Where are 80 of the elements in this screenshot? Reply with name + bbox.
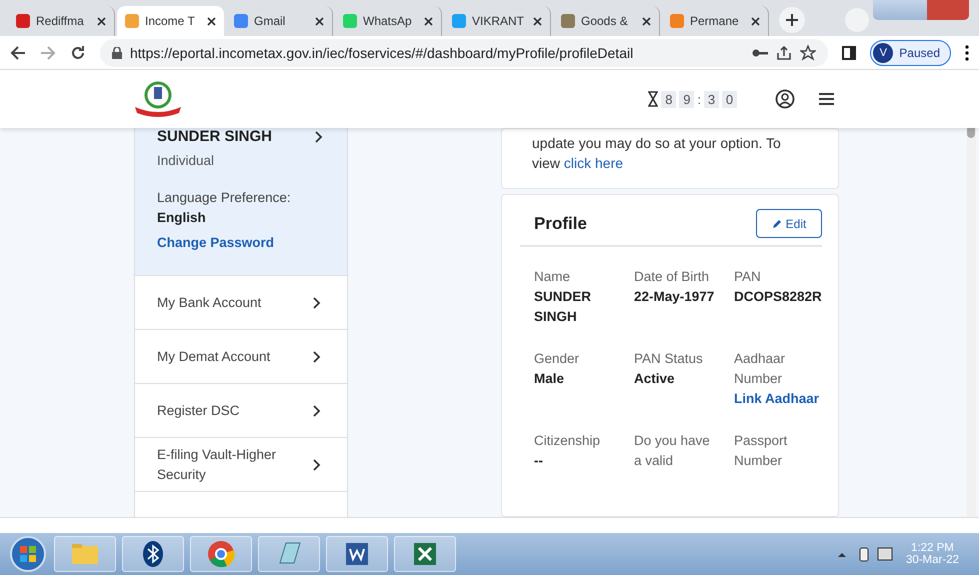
field-label: Passport Number [734, 432, 788, 470]
share-icon[interactable] [776, 44, 792, 60]
user-name: SUNDER SINGH [157, 128, 272, 145]
close-icon[interactable] [207, 16, 216, 26]
timer-digit: 9 [679, 90, 694, 108]
user-icon[interactable] [775, 89, 795, 109]
user-type: Individual [157, 153, 216, 168]
favicon-icon [125, 14, 139, 28]
reload-icon[interactable] [70, 44, 86, 60]
sidebar-item[interactable]: My Bank Account [135, 276, 347, 330]
field-label: Do you have a valid [634, 432, 711, 470]
field-value: Male [534, 370, 566, 388]
favicon-icon [234, 14, 248, 28]
timer-separator: : [697, 92, 701, 106]
profile-title: Profile [534, 214, 587, 234]
side-panel-icon[interactable] [842, 46, 856, 60]
bluetooth-icon[interactable] [122, 536, 184, 572]
field-label: PAN Status [634, 350, 704, 368]
menu-icon[interactable] [965, 44, 969, 60]
field-label: PAN [734, 268, 762, 286]
sidebar-item[interactable]: My Demat Account [135, 330, 347, 384]
window-controls[interactable] [873, 0, 969, 20]
field-label: Date of Birth [634, 268, 710, 286]
sidebar-item[interactable]: E-filing Vault-Higher Security [135, 438, 347, 492]
favicon-icon [561, 14, 575, 28]
excel-icon[interactable] [394, 536, 456, 572]
sidebar-item[interactable]: Register DSC [135, 384, 347, 438]
emblem-logo[interactable] [133, 81, 183, 117]
chevron-icon[interactable] [315, 130, 323, 142]
timer-digit: 8 [661, 90, 676, 108]
hourglass-icon [648, 91, 658, 107]
browser-tab[interactable]: Income T [117, 6, 224, 36]
field-value: 22-May-1977 [634, 288, 716, 306]
change-password-link[interactable]: Change Password [157, 235, 323, 250]
clock-date: 30-Mar-22 [906, 554, 959, 566]
chevron-icon[interactable] [313, 296, 321, 308]
field-label: Gender [534, 350, 580, 368]
menu-icon[interactable] [819, 93, 834, 105]
notice-text: update you may do so at your option. To view click here [531, 134, 782, 173]
favicon-icon [670, 14, 684, 28]
click-here-link[interactable]: click here [564, 155, 624, 171]
key-icon[interactable] [752, 48, 768, 58]
chevron-icon[interactable] [313, 404, 321, 416]
field-label: Citizenship [534, 432, 602, 450]
word-icon[interactable] [326, 536, 388, 572]
close-icon[interactable] [751, 16, 760, 26]
pencil-icon [772, 218, 782, 228]
field-label: Aadhaar Number [734, 350, 786, 388]
timer-digit: 0 [722, 90, 737, 108]
address-field[interactable]: https://eportal.incometax.gov.in/iec/foservices/#/dashboard/myProfile/profileDetail [100, 38, 828, 66]
close-icon[interactable] [97, 16, 106, 26]
back-icon[interactable] [10, 44, 26, 60]
star-icon[interactable] [800, 44, 816, 60]
scrollbar[interactable] [967, 128, 976, 517]
close-icon[interactable] [533, 16, 542, 26]
field-label: Name [534, 268, 572, 286]
close-icon[interactable] [642, 16, 651, 26]
chrome-icon[interactable] [190, 536, 252, 572]
lock-icon [112, 46, 122, 58]
language-label: Language Preference: [157, 190, 292, 205]
favicon-icon [343, 14, 357, 28]
profile-button[interactable]: V Paused [870, 40, 951, 66]
start-orb-icon[interactable] [8, 534, 48, 574]
field-value: DCOPS8282R [734, 288, 823, 306]
favicon-icon [452, 14, 466, 28]
clock-time: 1:22 PM [911, 542, 954, 554]
field-value: SUNDER SINGH [534, 288, 592, 326]
link-aadhaar-link[interactable]: Link Aadhaar [734, 389, 834, 409]
notepad-icon[interactable] [258, 536, 320, 572]
chevron-icon[interactable] [313, 350, 321, 362]
edit-button[interactable]: Edit [756, 209, 822, 238]
field-value: Active [634, 370, 676, 388]
timer-digit: 3 [704, 90, 719, 108]
chevron-icon[interactable] [313, 458, 321, 470]
language-value: English [157, 210, 207, 225]
close-icon[interactable] [424, 16, 433, 26]
favicon-icon [16, 14, 30, 28]
new-tab-icon[interactable] [779, 7, 805, 33]
field-value: -- [534, 452, 544, 470]
close-icon[interactable] [315, 16, 324, 26]
